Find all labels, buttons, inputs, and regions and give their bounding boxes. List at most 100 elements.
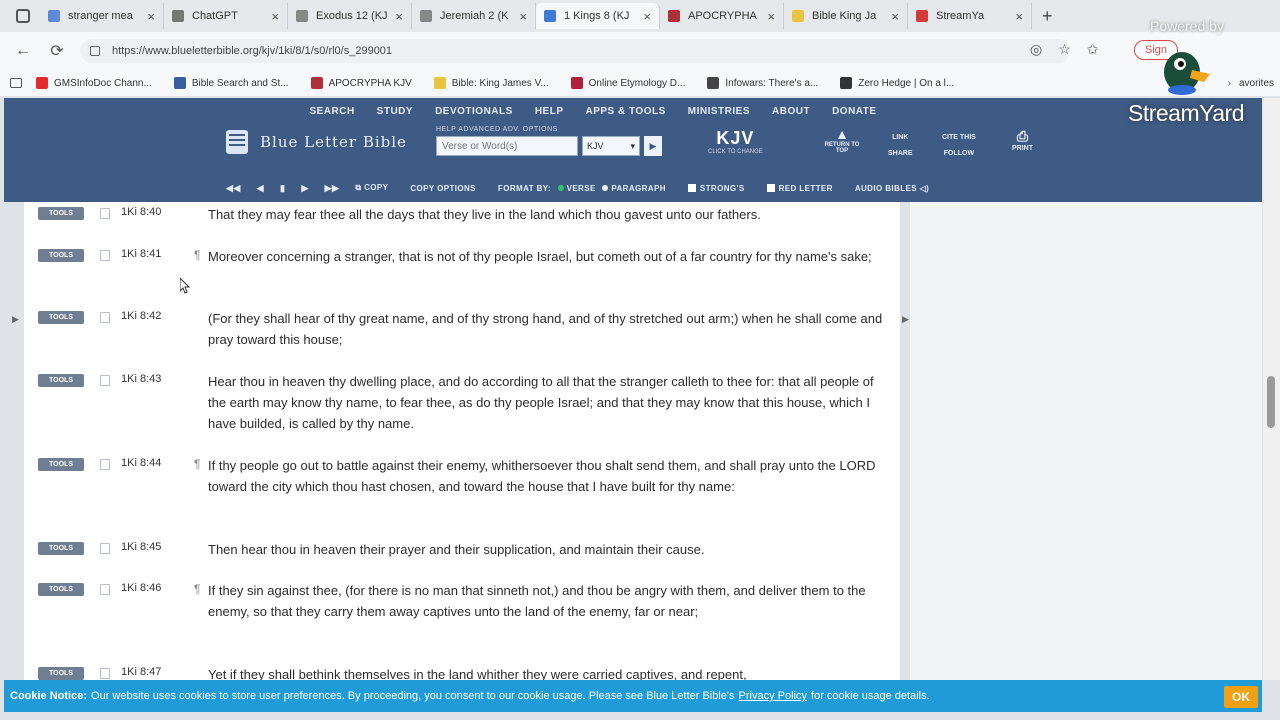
link-button[interactable]: LINK (888, 130, 913, 146)
nav-item[interactable]: ABOUT (772, 106, 810, 117)
favorites-icon[interactable]: ✩ (1087, 41, 1099, 58)
browser-tab[interactable]: Bible King Ja × (784, 3, 908, 29)
copy-verse-icon[interactable] (100, 375, 110, 386)
verse-reference[interactable]: 1Ki 8:47 (121, 666, 161, 678)
favorite-star-icon[interactable]: ☆ (1058, 41, 1071, 58)
close-tab-icon[interactable]: × (395, 9, 403, 24)
close-tab-icon[interactable]: × (891, 9, 899, 24)
chapter-menu-icon[interactable]: ▮ (280, 183, 285, 194)
bookmarks-more-icon[interactable]: › (1228, 78, 1231, 89)
copy-button[interactable]: ⧉ COPY (355, 183, 388, 193)
copy-options-button[interactable]: COPY OPTIONS (410, 184, 476, 193)
bookmark-item[interactable]: APOCRYPHA KJV (310, 77, 412, 89)
verse-tools-button[interactable]: TOOLS (38, 207, 84, 220)
bookmark-item[interactable]: Zero Hedge | On a l... (840, 77, 954, 89)
close-tab-icon[interactable]: × (1015, 9, 1023, 24)
nav-item[interactable]: HELP (535, 106, 564, 117)
verse-tools-button[interactable]: TOOLS (38, 667, 84, 680)
verse-tools-button[interactable]: TOOLS (38, 374, 84, 387)
close-tab-icon[interactable]: × (271, 9, 279, 24)
copy-verse-icon[interactable] (100, 668, 110, 679)
tab-title: Exodus 12 (KJ (316, 10, 388, 22)
nav-item[interactable]: STUDY (377, 106, 413, 117)
next-chapter-icon[interactable]: ▶ (301, 183, 308, 194)
verse-tools-button[interactable]: TOOLS (38, 311, 84, 324)
previous-chapter-icon[interactable]: ◀ (257, 183, 264, 194)
copy-verse-icon[interactable] (100, 312, 110, 323)
browser-tab[interactable]: 1 Kings 8 (KJ × (536, 3, 660, 29)
version-switcher[interactable]: KJV CLICK TO CHANGE (708, 128, 763, 155)
bookmark-item[interactable]: Online Etymology D... (570, 77, 685, 89)
tab-actions-icon[interactable] (16, 9, 30, 23)
search-options-links[interactable]: HELP ADVANCED ADV. OPTIONS (436, 126, 662, 133)
verse-reference[interactable]: 1Ki 8:41 (121, 248, 161, 260)
verse-reference[interactable]: 1Ki 8:45 (121, 541, 161, 553)
new-tab-button[interactable]: + (1042, 6, 1053, 27)
copy-verse-icon[interactable] (100, 208, 110, 219)
scrollbar-thumb[interactable] (1267, 376, 1275, 428)
verse-reference[interactable]: 1Ki 8:46 (121, 582, 161, 594)
collections-icon[interactable] (10, 78, 22, 88)
verse-tools-button[interactable]: TOOLS (38, 249, 84, 262)
verse-radio[interactable] (557, 185, 564, 192)
search-go-button[interactable]: ▶ (644, 136, 662, 156)
nav-item[interactable]: DONATE (832, 106, 876, 117)
verse-tools-button[interactable]: TOOLS (38, 542, 84, 555)
red-letter-checkbox[interactable] (766, 184, 775, 193)
copy-verse-icon[interactable] (100, 250, 110, 261)
bookmark-item[interactable]: Bible Search and St... (173, 77, 289, 89)
bookmark-item[interactable]: GMSInfoDoc Chann... (36, 77, 152, 89)
print-button[interactable]: ⎙ PRINT (1012, 128, 1033, 152)
nav-item[interactable]: APPS & TOOLS (585, 106, 665, 117)
cookie-ok-button[interactable]: OK (1224, 686, 1258, 708)
close-tab-icon[interactable]: × (519, 9, 527, 24)
url-field[interactable]: https://www.blueletterbible.org/kjv/1ki/… (80, 39, 1070, 63)
site-info-icon[interactable] (90, 46, 100, 56)
cite-this-button[interactable]: CITE THIS (942, 130, 976, 146)
follow-button[interactable]: FOLLOW (942, 146, 976, 162)
privacy-policy-link[interactable]: Privacy Policy (739, 690, 807, 702)
nav-item[interactable]: SEARCH (309, 106, 354, 117)
copy-verse-icon[interactable] (100, 584, 110, 595)
site-logo[interactable]: Blue Letter Bible (226, 130, 407, 154)
version-select[interactable]: KJV ▾ (582, 136, 640, 156)
favorites-folder-label[interactable]: avorites (1239, 78, 1274, 89)
back-icon[interactable]: ← (10, 42, 36, 60)
verse-reference[interactable]: 1Ki 8:43 (121, 373, 161, 385)
verse-tools-button[interactable]: TOOLS (38, 583, 84, 596)
audio-bibles-button[interactable]: AUDIO BIBLES ◁) (855, 184, 929, 193)
verse-search-input[interactable] (436, 136, 578, 156)
first-chapter-icon[interactable]: ◀◀ (226, 183, 241, 194)
return-to-top-button[interactable]: ▲ RETURN TO TOP (822, 126, 862, 154)
strongs-checkbox[interactable] (687, 184, 696, 193)
paragraph-radio[interactable] (602, 185, 609, 192)
page-scrollbar[interactable] (1263, 98, 1280, 680)
browser-tab[interactable]: stranger mea × (40, 3, 164, 29)
share-button[interactable]: SHARE (888, 146, 913, 162)
copy-verse-icon[interactable] (100, 543, 110, 554)
close-tab-icon[interactable]: × (767, 9, 775, 24)
verse-tools-button[interactable]: TOOLS (38, 458, 84, 471)
read-aloud-icon[interactable]: ◎ (1030, 41, 1042, 58)
verse-reference[interactable]: 1Ki 8:42 (121, 310, 161, 322)
red-letter-toggle[interactable]: RED LETTER (766, 184, 833, 193)
close-tab-icon[interactable]: × (643, 9, 651, 24)
last-chapter-icon[interactable]: ▶▶ (325, 183, 340, 194)
bookmark-item[interactable]: Bible: King James V... (433, 77, 549, 89)
left-panel-toggle-icon[interactable]: ▶ (12, 314, 19, 325)
reload-icon[interactable]: ⟳ (44, 41, 70, 61)
browser-tab[interactable]: StreamYa × (908, 3, 1032, 29)
copy-verse-icon[interactable] (100, 459, 110, 470)
browser-tab[interactable]: Jeremiah 2 (K × (412, 3, 536, 29)
browser-tab[interactable]: Exodus 12 (KJ × (288, 3, 412, 29)
nav-item[interactable]: MINISTRIES (688, 106, 750, 117)
right-panel-toggle-icon[interactable]: ▶ (902, 314, 909, 325)
browser-tab[interactable]: ChatGPT × (164, 3, 288, 29)
nav-item[interactable]: DEVOTIONALS (435, 106, 513, 117)
browser-tab[interactable]: APOCRYPHA × (660, 3, 784, 29)
strongs-toggle[interactable]: STRONG'S (687, 184, 745, 193)
verse-reference[interactable]: 1Ki 8:44 (121, 457, 161, 469)
bookmark-item[interactable]: Infowars: There's a... (707, 77, 818, 89)
close-tab-icon[interactable]: × (147, 9, 155, 24)
verse-reference[interactable]: 1Ki 8:40 (121, 206, 161, 218)
